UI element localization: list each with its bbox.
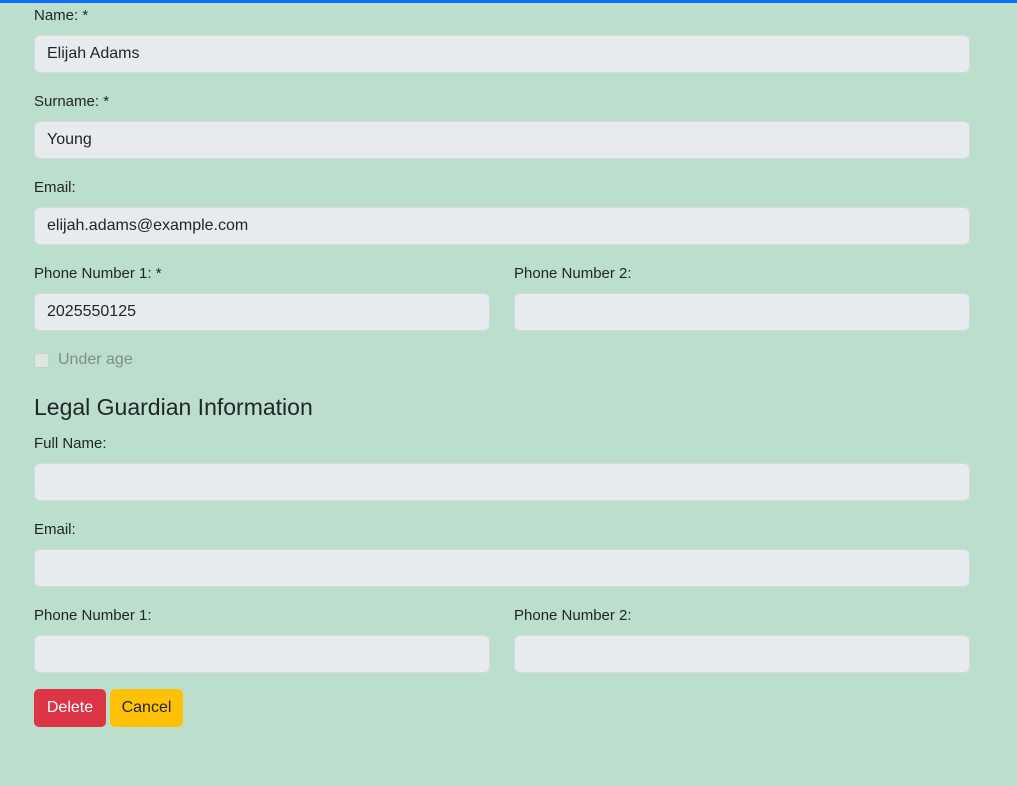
guardian-email-label: Email: — [34, 521, 76, 538]
name-label: Name: * — [34, 7, 89, 24]
phone1-input[interactable] — [34, 293, 490, 331]
email-input[interactable] — [34, 207, 970, 245]
guardian-phone1-input[interactable] — [34, 635, 490, 673]
guardian-phone1-label: Phone Number 1: — [34, 607, 152, 624]
under-age-label: Under age — [58, 351, 133, 368]
under-age-checkbox[interactable] — [34, 352, 49, 368]
delete-button[interactable]: Delete — [34, 689, 106, 727]
guardian-section-title: Legal Guardian Information — [34, 394, 313, 420]
guardian-phone2-input[interactable] — [514, 635, 970, 673]
surname-label: Surname: * — [34, 93, 110, 110]
surname-input[interactable] — [34, 121, 970, 159]
guardian-phone2-label: Phone Number 2: — [514, 607, 632, 624]
guardian-full-name-label: Full Name: — [34, 435, 107, 452]
guardian-full-name-input[interactable] — [34, 463, 970, 501]
cancel-button[interactable]: Cancel — [110, 689, 183, 727]
name-input[interactable] — [34, 35, 970, 73]
under-age-row: Under age — [34, 349, 133, 371]
phone1-label: Phone Number 1: * — [34, 265, 162, 282]
email-label: Email: — [34, 179, 76, 196]
top-accent-bar — [0, 0, 1017, 3]
phone2-input[interactable] — [514, 293, 970, 331]
guardian-email-input[interactable] — [34, 549, 970, 587]
phone2-label: Phone Number 2: — [514, 265, 632, 282]
